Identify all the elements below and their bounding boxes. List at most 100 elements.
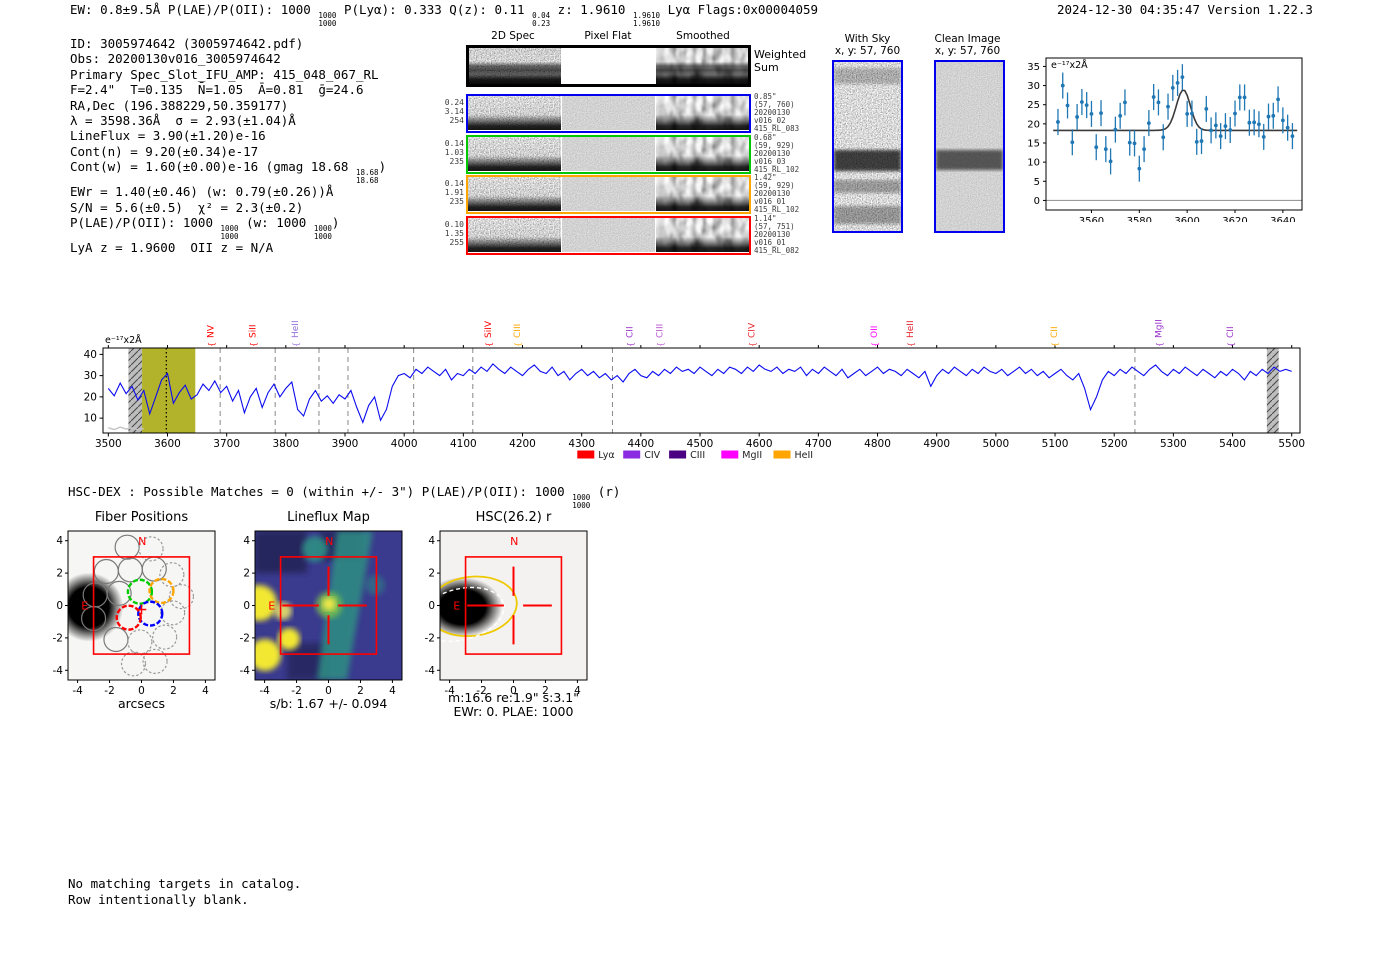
svg-text:0: 0 <box>56 600 63 612</box>
svg-text:-4: -4 <box>53 665 64 677</box>
info-line: Cont(n) = 9.20(±0.34)e-17 <box>70 143 259 159</box>
svg-text:{: { <box>292 342 301 347</box>
svg-text:{: { <box>1155 342 1164 347</box>
spec2d-row-right-labels: 0.68" (59, 929) 20200130 v016_03 415_RL_102 <box>754 133 800 175</box>
svg-text:3700: 3700 <box>213 438 240 450</box>
svg-text:-2: -2 <box>425 632 435 644</box>
spectral-line-label: CIII <box>513 324 523 338</box>
svg-text:4: 4 <box>428 535 435 547</box>
spec2d-row <box>466 94 751 133</box>
svg-text:-4: -4 <box>240 665 251 677</box>
spectral-line-label: NV <box>207 324 217 338</box>
svg-text:4100: 4100 <box>450 438 477 450</box>
svg-text:4900: 4900 <box>923 438 950 450</box>
fiber-positions-plot: Fiber PositionsNE-4-4-2-2002244arcsecs <box>53 510 216 711</box>
info-line: RA,Dec (196.388229,50.359177) <box>70 97 289 113</box>
svg-text:2: 2 <box>56 568 63 580</box>
info-line: LyA z = 1.9600 OII z = N/A <box>70 240 274 256</box>
svg-text:{: { <box>656 342 665 347</box>
withsky-noise <box>834 62 901 231</box>
svg-text:5300: 5300 <box>1160 438 1187 450</box>
spec2d-col-header-smoothed: Smoothed <box>676 30 730 42</box>
svg-text:4: 4 <box>243 535 250 547</box>
svg-text:3620: 3620 <box>1222 216 1247 222</box>
svg-text:{: { <box>249 342 258 347</box>
info-line: λ = 3598.36Å σ = 2.93(±1.04)Å <box>70 113 296 129</box>
info-line: Primary Spec_Slot_IFU_AMP: 415_048_067_R… <box>70 66 379 82</box>
lineflux-map-plot: Lineflux MapNE-4-4-2-2002244s/b: 1.67 +/… <box>240 510 403 711</box>
svg-text:3600: 3600 <box>154 438 181 450</box>
svg-text:4200: 4200 <box>509 438 536 450</box>
spectral-line-label: CIII <box>656 324 666 338</box>
svg-text:20: 20 <box>1027 119 1040 130</box>
spec2d-row <box>466 135 751 174</box>
legend-swatch-CIII <box>669 450 687 459</box>
spec2d-col-header-pixelflat: Pixel Flat <box>584 30 632 42</box>
svg-text:-4: -4 <box>72 685 83 697</box>
svg-text:s/b: 1.67 +/- 0.094: s/b: 1.67 +/- 0.094 <box>270 696 388 711</box>
svg-text:20: 20 <box>84 391 97 403</box>
svg-text:N: N <box>325 535 333 548</box>
report-version: Version 1.22.3 <box>1207 2 1313 17</box>
spectral-line-label: MgII <box>1154 319 1164 338</box>
info-line: S/N = 5.6(±0.5) χ² = 2.3(±0.2) <box>70 199 304 215</box>
svg-text:4600: 4600 <box>746 438 773 450</box>
svg-text:3500: 3500 <box>95 438 122 450</box>
svg-text:{: { <box>870 342 879 347</box>
svg-text:10: 10 <box>84 413 97 425</box>
svg-text:E: E <box>453 600 460 613</box>
svg-text:SiIV: SiIV <box>484 320 494 338</box>
header-datetime-version: 2024-12-30 04:35:47 Version 1.22.3 <box>1057 2 1313 17</box>
svg-text:-4: -4 <box>425 665 436 677</box>
svg-text:{: { <box>1050 342 1059 347</box>
legend-swatch-HeII <box>773 450 791 459</box>
clean-noise <box>936 62 1003 231</box>
elixer-report-page: EW: 0.8±9.5Å P(LAE)/P(OII): 1000 1000 100… <box>0 0 1400 953</box>
svg-text:5: 5 <box>1034 177 1040 188</box>
svg-text:4300: 4300 <box>568 438 595 450</box>
svg-text:N: N <box>138 535 146 548</box>
svg-text:CIV: CIV <box>747 322 757 338</box>
svg-text:{: { <box>626 342 635 347</box>
svg-text:NV: NV <box>207 324 217 338</box>
svg-text:3640: 3640 <box>1270 216 1295 222</box>
svg-text:HeII: HeII <box>795 450 814 461</box>
spec2d-weighted-row <box>466 45 751 87</box>
detection-info-block: ID: 3005974642 (3005974642.pdf) Obs: 2020… <box>70 36 386 255</box>
svg-text:CIV: CIV <box>644 450 660 461</box>
svg-text:Fiber Positions: Fiber Positions <box>95 510 188 525</box>
svg-text:CII: CII <box>1050 326 1060 338</box>
svg-text:CIII: CIII <box>513 324 523 338</box>
withsky-image <box>832 60 903 233</box>
svg-text:2: 2 <box>428 568 435 580</box>
svg-text:3900: 3900 <box>332 438 359 450</box>
info-line: Cont(w) = 1.60(±0.00)e-16 (gmag 18.68 18… <box>70 159 387 185</box>
svg-text:35: 35 <box>1027 62 1040 73</box>
report-datetime: 2024-12-30 04:35:47 <box>1057 2 1200 17</box>
svg-text:5000: 5000 <box>983 438 1010 450</box>
svg-text:Lyα: Lyα <box>598 450 614 461</box>
svg-text:4700: 4700 <box>805 438 832 450</box>
svg-text:CII: CII <box>626 326 636 338</box>
catalog-footer-note: No matching targets in catalog. Row inte… <box>68 876 302 907</box>
svg-text:{: { <box>1227 342 1236 347</box>
clean-image <box>934 60 1005 233</box>
spectral-line-label: HeII <box>291 320 301 338</box>
svg-text:{: { <box>207 342 216 347</box>
svg-text:{: { <box>748 342 757 347</box>
svg-text:25: 25 <box>1027 100 1040 111</box>
spec2d-row <box>466 216 751 255</box>
svg-text:SiII: SiII <box>249 324 259 338</box>
info-line: F=2.4" T=0.135 N̄=1.05 Ā=0.81 ḡ=24.6 <box>70 82 364 98</box>
hsc-cutout-plot: HSC(26.2) rNE-4-4-2-2002244m:16.6 re:1.9… <box>425 510 588 719</box>
spectral-line-label: SiIV <box>484 320 494 338</box>
svg-text:5200: 5200 <box>1101 438 1128 450</box>
info-line: LineFlux = 3.90(±1.20)e-16 <box>70 128 266 144</box>
svg-text:HeII: HeII <box>291 320 301 338</box>
svg-text:MgII: MgII <box>742 450 762 461</box>
spec2d-row-right-labels: 1.42" (59, 929) 20200130 v016_01 415_RL_102 <box>754 173 800 215</box>
spec2d-row-left-labels: 0.14 1.03 235 <box>444 139 464 166</box>
info-line: ID: 3005974642 (3005974642.pdf) <box>70 36 304 51</box>
svg-text:2: 2 <box>243 568 250 580</box>
svg-text:-2: -2 <box>53 632 63 644</box>
